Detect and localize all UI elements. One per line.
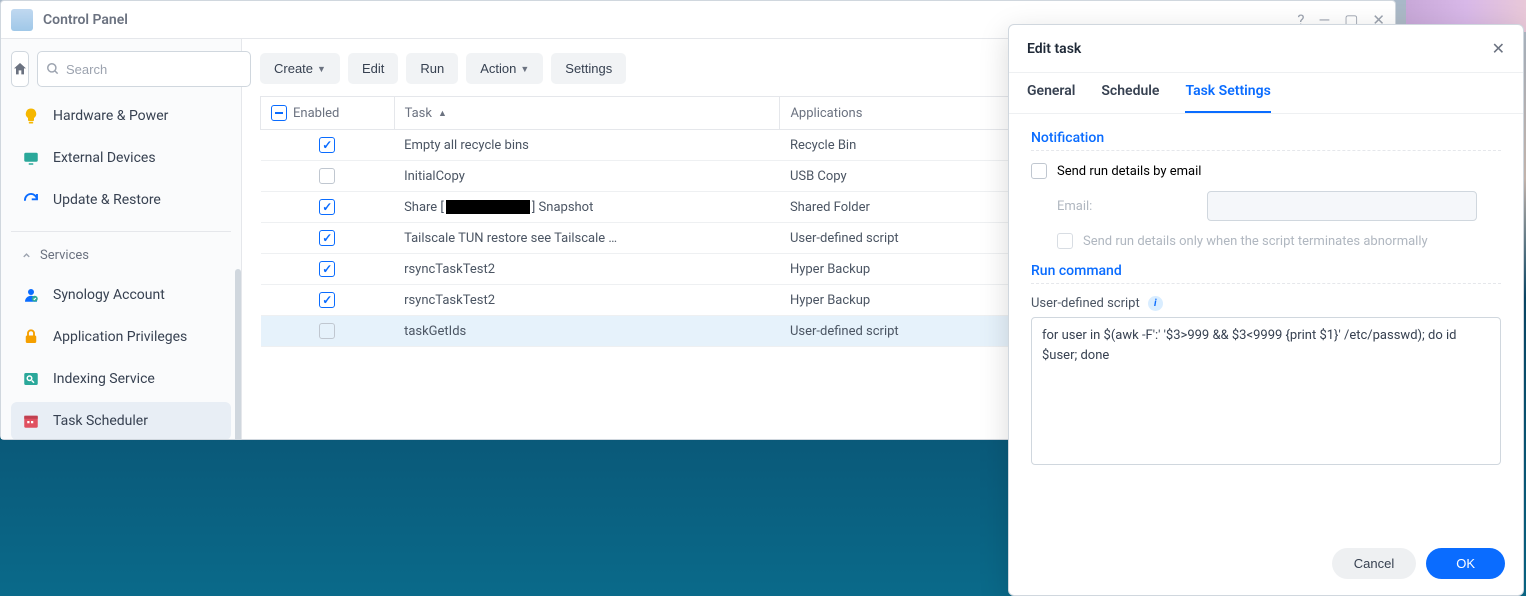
bulb-icon — [21, 106, 41, 126]
create-button[interactable]: Create▼ — [260, 53, 340, 84]
external-devices-icon — [21, 148, 41, 168]
edit-task-dialog: Edit task ✕ General Schedule Task Settin… — [1008, 24, 1524, 596]
sidebar-item-label: Synology Account — [53, 287, 165, 303]
sidebar-section-services[interactable]: Services — [11, 231, 231, 272]
search-input-wrap[interactable] — [37, 51, 251, 87]
search-icon — [46, 62, 60, 76]
cell-application: USB Copy — [780, 161, 1017, 192]
cell-task: Share [] Snapshot — [394, 192, 780, 223]
section-run-command: Run command — [1031, 263, 1501, 284]
cell-task: rsyncTaskTest2 — [394, 254, 780, 285]
row-enabled-checkbox[interactable] — [319, 230, 335, 246]
sidebar-item-label: Hardware & Power — [53, 108, 168, 124]
sidebar-item-hardware-power[interactable]: Hardware & Power — [11, 97, 231, 135]
ok-button[interactable]: OK — [1426, 548, 1505, 579]
email-label: Email: — [1057, 199, 1197, 214]
row-enabled-checkbox[interactable] — [319, 168, 335, 184]
sidebar-scrollbar[interactable] — [235, 269, 241, 439]
chevron-down-icon: ▼ — [317, 64, 326, 74]
row-enabled-checkbox[interactable] — [319, 137, 335, 153]
cell-application: Recycle Bin — [780, 130, 1017, 161]
index-icon — [21, 369, 41, 389]
cell-task: Tailscale TUN restore see Tailscale … — [394, 223, 780, 254]
sidebar-item-label: Task Scheduler — [53, 413, 148, 429]
sidebar-item-external-devices[interactable]: External Devices — [11, 139, 231, 177]
sidebar-item-synology-account[interactable]: Synology Account — [11, 276, 231, 314]
section-notification: Notification — [1031, 130, 1501, 151]
cancel-button[interactable]: Cancel — [1332, 548, 1416, 579]
chevron-up-icon — [21, 250, 32, 261]
info-icon[interactable]: i — [1148, 296, 1163, 311]
sidebar-item-label: External Devices — [53, 150, 156, 166]
edit-button[interactable]: Edit — [348, 53, 398, 84]
tab-task-settings[interactable]: Task Settings — [1185, 73, 1270, 113]
cell-application: Shared Folder — [780, 192, 1017, 223]
script-label: User-defined script — [1031, 296, 1140, 311]
tab-general[interactable]: General — [1027, 73, 1075, 113]
sidebar-item-task-scheduler[interactable]: Task Scheduler — [11, 402, 231, 439]
script-textarea[interactable] — [1031, 317, 1501, 465]
send-email-checkbox[interactable] — [1031, 163, 1047, 179]
header-checkbox[interactable] — [271, 105, 287, 121]
run-button[interactable]: Run — [406, 53, 458, 84]
cell-task: InitialCopy — [394, 161, 780, 192]
section-label: Services — [40, 248, 89, 263]
send-email-label: Send run details by email — [1057, 164, 1201, 179]
sort-asc-icon: ▲ — [438, 108, 447, 119]
row-enabled-checkbox[interactable] — [319, 199, 335, 215]
cell-task: taskGetIds — [394, 316, 780, 347]
cell-application: Hyper Backup — [780, 254, 1017, 285]
lock-icon — [21, 327, 41, 347]
only-abnormal-label: Send run details only when the script te… — [1083, 234, 1428, 249]
sidebar-item-label: Application Privileges — [53, 329, 187, 345]
dialog-title: Edit task — [1027, 41, 1081, 57]
sidebar-item-indexing-service[interactable]: Indexing Service — [11, 360, 231, 398]
tab-schedule[interactable]: Schedule — [1101, 73, 1159, 113]
account-icon — [21, 285, 41, 305]
dialog-close-icon[interactable]: ✕ — [1492, 39, 1505, 58]
sidebar-item-update-restore[interactable]: Update & Restore — [11, 181, 231, 219]
home-button[interactable] — [11, 51, 29, 87]
search-input[interactable] — [66, 62, 242, 77]
cell-application: User-defined script — [780, 223, 1017, 254]
email-field[interactable] — [1207, 191, 1477, 221]
sidebar-item-label: Update & Restore — [53, 192, 161, 208]
row-enabled-checkbox[interactable] — [319, 292, 335, 308]
settings-button[interactable]: Settings — [551, 53, 626, 84]
sidebar-item-application-privileges[interactable]: Application Privileges — [11, 318, 231, 356]
only-abnormal-checkbox — [1057, 233, 1073, 249]
sidebar-item-label: Indexing Service — [53, 371, 155, 387]
calendar-icon — [21, 411, 41, 431]
action-button[interactable]: Action▼ — [466, 53, 543, 84]
refresh-icon — [21, 190, 41, 210]
row-enabled-checkbox[interactable] — [319, 261, 335, 277]
dialog-tabs: General Schedule Task Settings — [1009, 73, 1523, 114]
col-header-task[interactable]: Task▲ — [394, 97, 780, 130]
cell-task: rsyncTaskTest2 — [394, 285, 780, 316]
col-header-applications[interactable]: Applications — [780, 97, 1017, 130]
cell-application: User-defined script — [780, 316, 1017, 347]
col-header-enabled[interactable]: Enabled — [261, 97, 395, 130]
home-icon — [12, 61, 28, 77]
cell-application: Hyper Backup — [780, 285, 1017, 316]
cell-task: Empty all recycle bins — [394, 130, 780, 161]
app-icon — [11, 9, 33, 31]
sidebar: Hardware & Power External Devices Update… — [1, 39, 242, 439]
chevron-down-icon: ▼ — [520, 64, 529, 74]
row-enabled-checkbox[interactable] — [319, 323, 335, 339]
